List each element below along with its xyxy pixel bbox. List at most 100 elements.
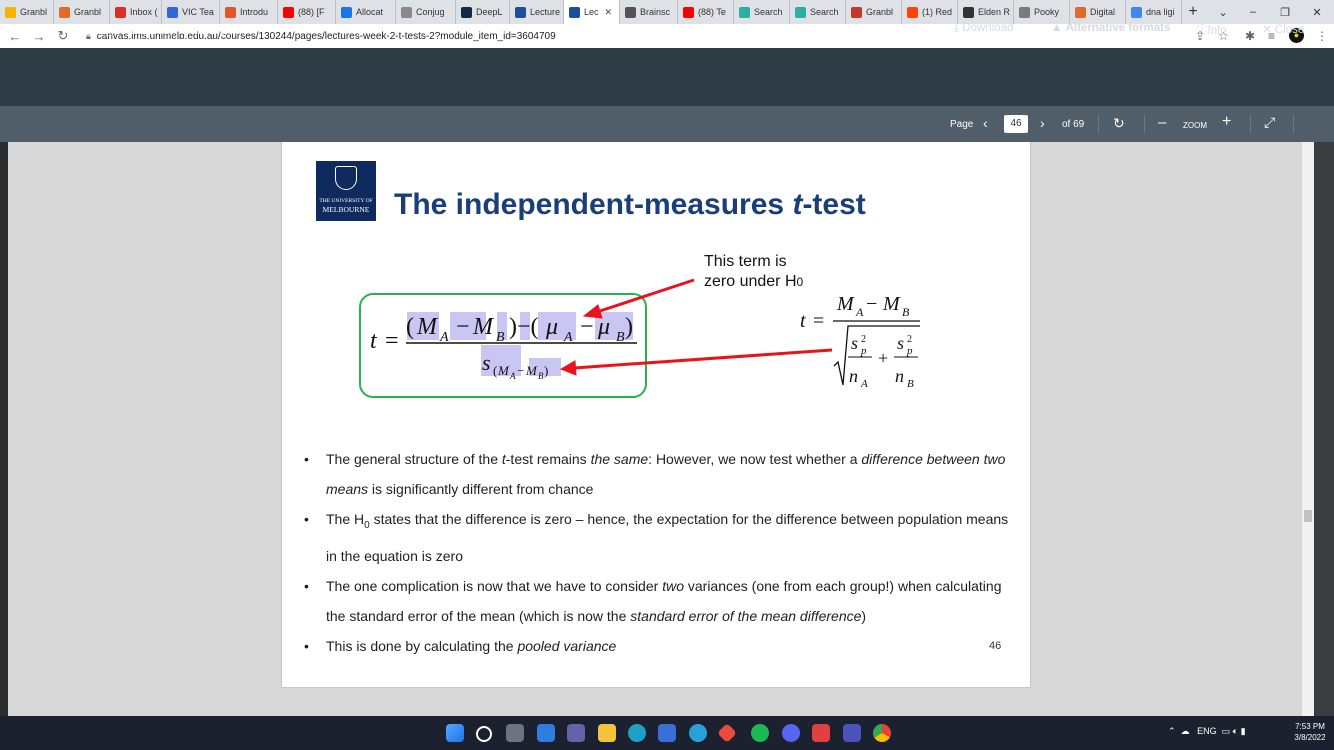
clock[interactable]: 7:53 PM 3/8/2022 xyxy=(1290,721,1330,743)
browser-tab[interactable]: (88) [F xyxy=(278,0,336,24)
browser-tab[interactable]: Elden R xyxy=(958,0,1014,24)
chrome-icon[interactable] xyxy=(873,724,891,742)
info-icon: ⓘ xyxy=(1196,25,1208,37)
bullet-text: states that the difference is zero – hen… xyxy=(326,511,1009,564)
browser-tab[interactable]: (1) Red xyxy=(902,0,958,24)
tab-favicon-icon xyxy=(401,6,412,18)
browser-tab[interactable]: Granbl xyxy=(0,0,54,24)
tab-favicon-icon xyxy=(795,6,806,18)
next-page-icon[interactable]: › xyxy=(1040,115,1045,131)
chat-icon[interactable] xyxy=(567,724,585,742)
store-icon[interactable] xyxy=(658,724,676,742)
svg-text:−: − xyxy=(517,363,524,378)
browser-tab[interactable]: dna ligi xyxy=(1126,0,1182,24)
close-tab-icon[interactable]: ✕ xyxy=(605,7,613,18)
alternative-formats-button[interactable]: ▲ Alternative formats xyxy=(1051,22,1170,34)
previous-page-icon[interactable]: ‹ xyxy=(983,115,988,131)
browser-tab[interactable]: (88) Te xyxy=(678,0,734,24)
browser-tab[interactable]: Pooky xyxy=(1014,0,1070,24)
app-icon[interactable] xyxy=(812,724,830,742)
task-view-icon[interactable] xyxy=(506,724,524,742)
language-indicator[interactable]: ENG xyxy=(1197,726,1217,736)
tab-favicon-icon xyxy=(461,6,472,18)
search-icon[interactable] xyxy=(476,726,492,742)
info-button[interactable]: ⓘInfo xyxy=(1196,22,1227,38)
minimize-icon[interactable]: – xyxy=(1238,0,1268,24)
tab-label: Inbox ( xyxy=(130,7,158,17)
app-icon[interactable] xyxy=(689,724,707,742)
zoom-in-icon[interactable]: + xyxy=(1222,113,1231,131)
browser-tab[interactable]: Lec ✕ xyxy=(564,0,620,24)
network-icon[interactable]: ▭ xyxy=(1222,726,1231,736)
svg-text:M: M xyxy=(497,363,510,378)
volume-icon[interactable]: 🔈︎ xyxy=(1233,726,1238,736)
right-edge-strip xyxy=(1314,142,1334,716)
tab-label: Digital xyxy=(1090,7,1116,17)
new-tab-button[interactable]: + xyxy=(1182,3,1204,21)
system-tray[interactable]: ⌃ ☁ ENG ▭ 🔈︎ ▮ xyxy=(1168,726,1246,737)
tab-search-icon[interactable]: ⌄ xyxy=(1208,0,1238,24)
bullet-list: • The general structure of the t-test rem… xyxy=(298,444,1018,661)
zoom-out-icon[interactable]: – xyxy=(1158,114,1166,131)
pdf-viewer-header xyxy=(0,48,1334,106)
battery-icon[interactable]: ▮ xyxy=(1241,726,1246,736)
browser-tab[interactable]: Search xyxy=(734,0,790,24)
start-icon[interactable] xyxy=(446,724,464,742)
download-button[interactable]: ⤓ Download xyxy=(954,22,1013,35)
bullet-item: • The general structure of the t-test rem… xyxy=(298,444,1018,504)
bullet-item: • The one complication is now that we hav… xyxy=(298,571,1018,631)
browser-tab[interactable]: VIC Tea xyxy=(162,0,220,24)
tab-favicon-icon xyxy=(963,6,974,18)
chevron-up-icon[interactable]: ⌃ xyxy=(1168,726,1176,736)
close-window-icon[interactable]: ✕ xyxy=(1302,0,1332,24)
svg-text:n: n xyxy=(895,366,904,386)
tab-label: Allocat xyxy=(356,7,384,17)
restore-icon[interactable]: ❐ xyxy=(1270,0,1300,24)
clock-date: 3/8/2022 xyxy=(1294,733,1326,742)
fullscreen-icon[interactable]: ⤢ xyxy=(1264,114,1275,131)
svg-text:M: M xyxy=(882,293,901,315)
browser-tab[interactable]: Inbox ( xyxy=(110,0,162,24)
extensions-icon[interactable]: ✱ xyxy=(1245,29,1255,43)
widgets-icon[interactable] xyxy=(537,724,555,742)
browser-tab[interactable]: Conjug xyxy=(396,0,456,24)
bullet-text: is significantly different from chance xyxy=(368,481,594,497)
svg-text:=: = xyxy=(813,310,824,332)
browser-tab[interactable]: Allocat xyxy=(336,0,396,24)
browser-tab[interactable]: Lecture xyxy=(510,0,564,24)
svg-text:M: M xyxy=(525,363,538,378)
tab-favicon-icon xyxy=(115,6,126,18)
tab-favicon-icon xyxy=(283,6,294,18)
formula-graphics: t = ( M A − M B )−( μ A − μ B ) s ( M A … xyxy=(370,278,920,390)
svg-text:s: s xyxy=(851,333,858,353)
arrow-to-standard-error xyxy=(573,348,833,370)
tab-label: Granbl xyxy=(74,7,102,17)
browser-tab[interactable]: Brainsc xyxy=(620,0,678,24)
tab-favicon-icon xyxy=(1075,6,1086,18)
teams-icon[interactable] xyxy=(843,724,861,742)
page-number-input[interactable]: 46 xyxy=(1004,115,1028,133)
browser-tab[interactable]: Digital xyxy=(1070,0,1126,24)
file-explorer-icon[interactable] xyxy=(598,724,616,742)
arrow-to-mu-term xyxy=(596,278,695,314)
discord-icon[interactable] xyxy=(782,724,800,742)
browser-tab[interactable]: Granbl xyxy=(846,0,902,24)
close-button[interactable]: ✕ Close xyxy=(1262,22,1304,36)
svg-text:M: M xyxy=(416,314,439,340)
browser-tab[interactable]: DeepL xyxy=(456,0,510,24)
rotate-icon[interactable]: ↻ xyxy=(1113,115,1125,132)
browser-tab[interactable]: Introdu xyxy=(220,0,278,24)
tab-favicon-icon xyxy=(1019,6,1030,18)
scrollbar-thumb[interactable] xyxy=(1304,510,1312,522)
tab-label: (1) Red xyxy=(922,7,953,17)
browser-tab[interactable]: Granbl xyxy=(54,0,110,24)
browser-tab[interactable]: Search xyxy=(790,0,846,24)
bullet-text: two xyxy=(662,577,684,594)
vertical-scrollbar[interactable] xyxy=(1302,142,1314,716)
svg-text:(: ( xyxy=(406,314,414,340)
svg-text:M: M xyxy=(836,293,855,315)
browser-menu-icon[interactable]: ⋮ xyxy=(1316,29,1328,43)
spotify-icon[interactable] xyxy=(751,724,769,742)
edge-icon[interactable] xyxy=(628,724,646,742)
toolbar-divider xyxy=(1250,115,1251,133)
